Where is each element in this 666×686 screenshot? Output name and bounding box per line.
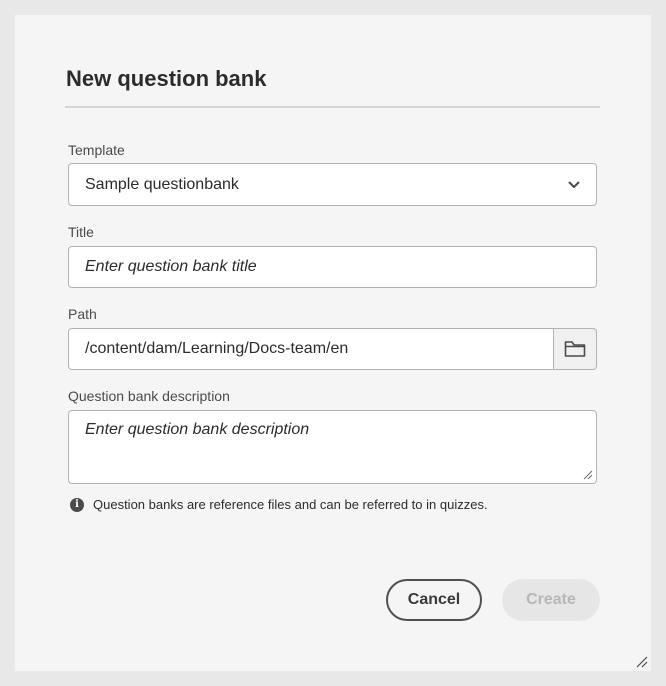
info-icon: i [70, 497, 84, 512]
info-message: i Question banks are reference files and… [70, 497, 488, 512]
cancel-button[interactable]: Cancel [386, 579, 482, 621]
path-label: Path [68, 306, 97, 322]
template-select[interactable]: Sample questionbank [68, 163, 597, 206]
template-label: Template [68, 142, 125, 158]
chevron-down-icon [568, 181, 580, 188]
description-placeholder: Enter question bank description [85, 421, 310, 438]
dialog-resize-handle[interactable] [636, 656, 648, 668]
title-placeholder: Enter question bank title [85, 258, 257, 275]
path-value: /content/dam/Learning/Docs-team/en [85, 340, 349, 357]
description-textarea[interactable]: Enter question bank description [68, 410, 597, 484]
path-input[interactable]: /content/dam/Learning/Docs-team/en [68, 328, 554, 370]
description-label: Question bank description [68, 388, 230, 404]
dialog-title: New question bank [66, 66, 267, 91]
template-selected-value: Sample questionbank [85, 175, 239, 193]
browse-path-button[interactable] [553, 328, 597, 370]
textarea-resize-handle[interactable] [583, 470, 593, 480]
folder-icon [564, 341, 586, 357]
title-divider [65, 106, 600, 108]
title-input[interactable]: Enter question bank title [68, 246, 597, 288]
new-question-bank-dialog: New question bank Template Sample questi… [15, 15, 651, 671]
create-button[interactable]: Create [502, 579, 600, 621]
title-label: Title [68, 224, 94, 240]
info-text: Question banks are reference files and c… [93, 497, 488, 512]
